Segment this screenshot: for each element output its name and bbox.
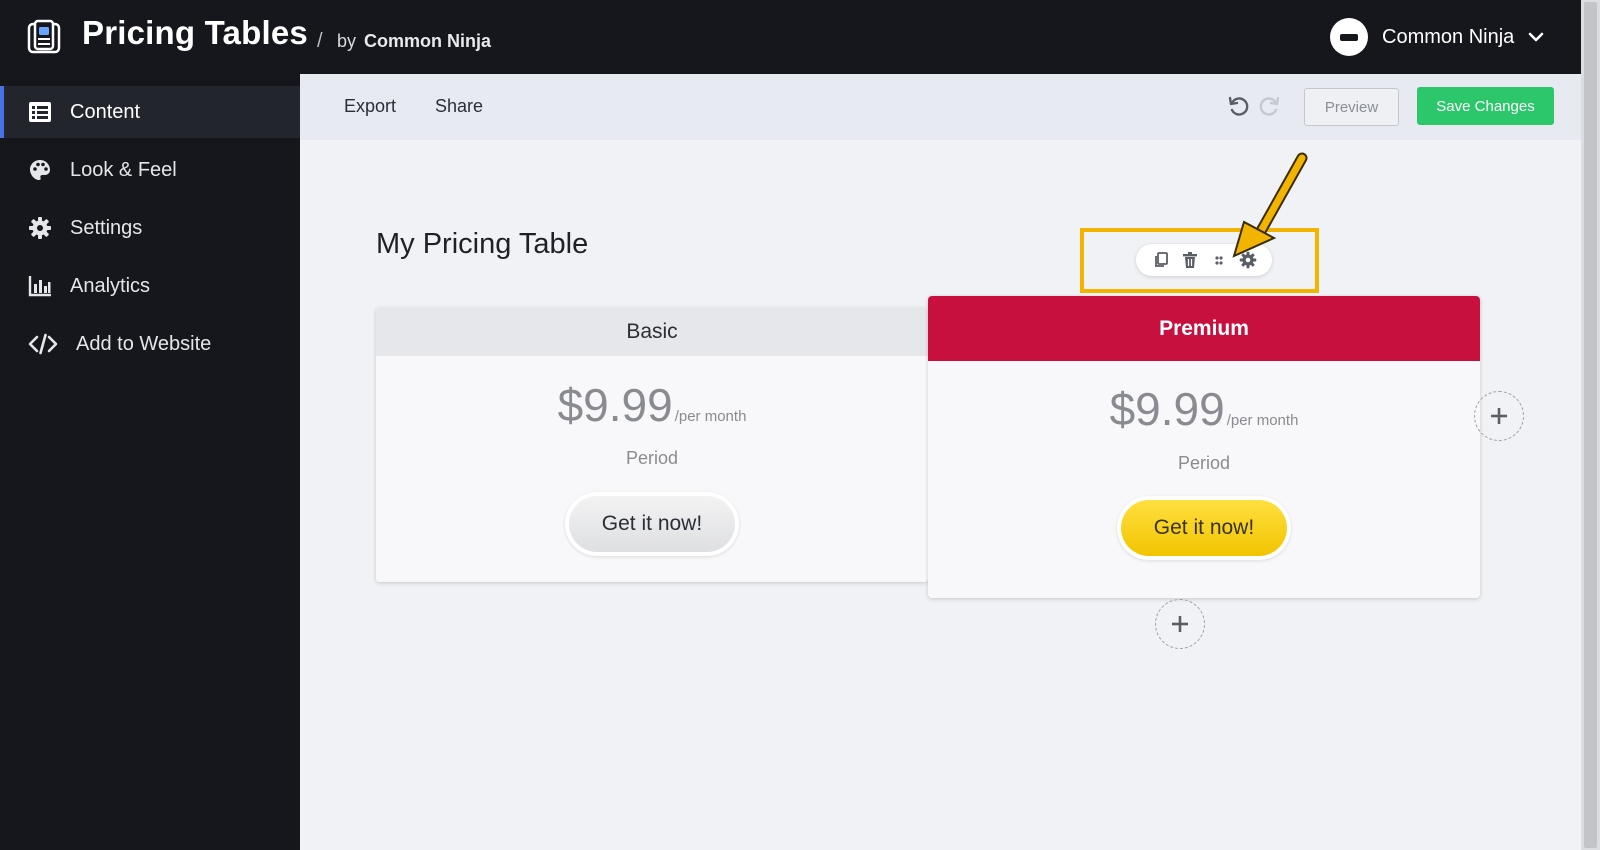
plan-price-unit[interactable]: /per month xyxy=(1227,412,1299,429)
redo-icon[interactable] xyxy=(1258,94,1282,118)
sidebar: Content Look & Feel Settings Analytics A… xyxy=(0,74,300,850)
plan-name[interactable]: Premium xyxy=(928,296,1480,361)
save-changes-button[interactable]: Save Changes xyxy=(1417,87,1554,125)
add-column-button[interactable] xyxy=(1474,391,1524,441)
preview-button[interactable]: Preview xyxy=(1304,88,1399,126)
palette-icon xyxy=(28,158,52,182)
sidebar-item-label: Settings xyxy=(70,216,143,239)
code-icon xyxy=(28,332,58,356)
chevron-down-icon xyxy=(1528,32,1544,42)
vertical-scrollbar[interactable] xyxy=(1581,0,1600,850)
plan-name[interactable]: Basic xyxy=(376,308,928,356)
sidebar-item-label: Analytics xyxy=(70,274,151,297)
sidebar-item-content[interactable]: Content xyxy=(0,86,300,138)
sidebar-item-analytics[interactable]: Analytics xyxy=(0,260,300,312)
list-icon xyxy=(28,100,52,124)
plus-icon xyxy=(1491,408,1507,424)
brand-name: Common Ninja xyxy=(364,31,492,51)
pricing-card-basic[interactable]: Basic $9.99 /per month Period Get it now… xyxy=(376,308,928,582)
by-label: by xyxy=(337,31,357,51)
cta-frame: Get it now! xyxy=(565,492,739,556)
annotation-arrow-icon xyxy=(1232,152,1308,258)
scroll-thumb[interactable] xyxy=(1584,2,1597,848)
cta-frame: Get it now! xyxy=(1117,496,1291,560)
app-title: Pricing Tables xyxy=(82,14,308,51)
gear-icon xyxy=(28,216,52,240)
sidebar-item-add-to-website[interactable]: Add to Website xyxy=(0,318,300,370)
bar-chart-icon xyxy=(28,274,52,298)
plan-price[interactable]: $9.99 xyxy=(1110,382,1225,436)
user-menu[interactable]: Common Ninja xyxy=(1330,17,1546,57)
plan-price-unit[interactable]: /per month xyxy=(675,408,747,425)
top-bar: Pricing Tables / by Common Ninja Common … xyxy=(0,0,1581,74)
sidebar-item-look-feel[interactable]: Look & Feel xyxy=(0,144,300,196)
plan-price[interactable]: $9.99 xyxy=(558,378,673,432)
sidebar-item-settings[interactable]: Settings xyxy=(0,202,300,254)
export-link[interactable]: Export xyxy=(344,96,396,117)
plan-period[interactable]: Period xyxy=(928,453,1480,474)
undo-icon[interactable] xyxy=(1226,94,1250,118)
plus-icon xyxy=(1172,616,1188,632)
sidebar-item-label: Add to Website xyxy=(76,332,212,355)
editor-toolbar: Export Share Preview Save Changes xyxy=(300,74,1581,140)
get-it-now-button[interactable]: Get it now! xyxy=(569,496,735,552)
user-name: Common Ninja xyxy=(1382,25,1515,48)
get-it-now-button[interactable]: Get it now! xyxy=(1121,500,1287,556)
price-row: $9.99 /per month xyxy=(376,378,928,432)
title-separator: / xyxy=(317,30,323,52)
sidebar-item-label: Look & Feel xyxy=(70,158,177,181)
editor-area: Export Share Preview Save Changes My Pri… xyxy=(300,74,1581,850)
plan-period[interactable]: Period xyxy=(376,448,928,469)
page-title: My Pricing Table xyxy=(376,228,589,260)
sidebar-item-label: Content xyxy=(70,100,141,123)
price-row: $9.99 /per month xyxy=(928,382,1480,436)
add-row-button[interactable] xyxy=(1155,599,1205,649)
pricing-card-premium[interactable]: Premium $9.99 /per month Period Get it n… xyxy=(928,296,1480,598)
share-link[interactable]: Share xyxy=(435,96,483,117)
avatar xyxy=(1330,18,1368,56)
pricing-tables-logo-icon xyxy=(27,19,61,54)
